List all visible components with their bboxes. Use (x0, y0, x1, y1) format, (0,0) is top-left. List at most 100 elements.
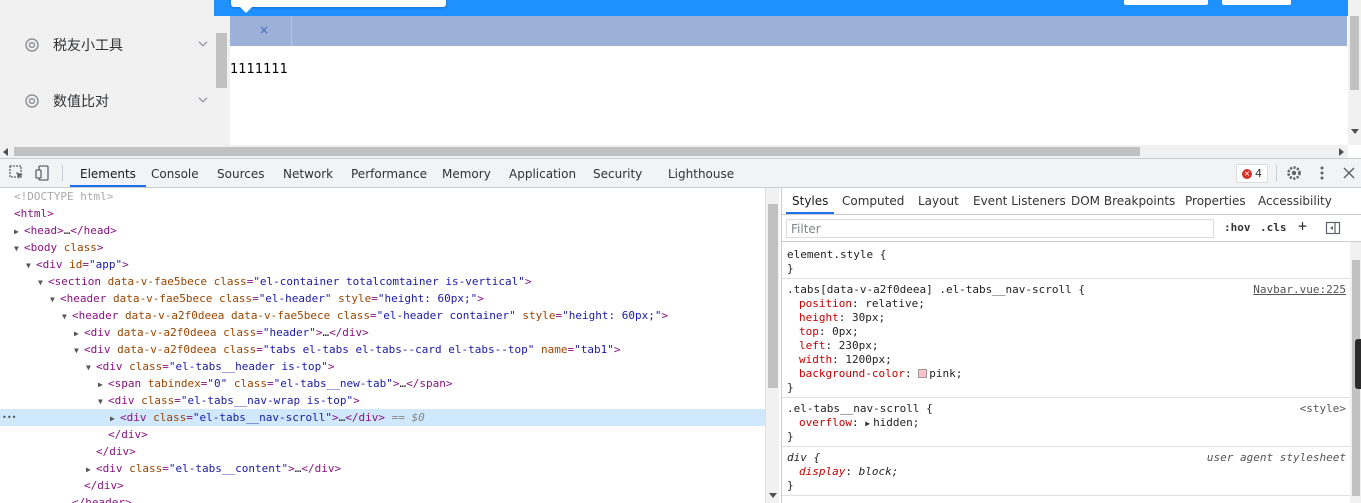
close-devtools-icon[interactable] (1340, 164, 1358, 182)
dom-node[interactable]: ▼ <section data-v-fae5bece class="el-cont… (0, 273, 765, 290)
css-value[interactable]: relative; (865, 297, 925, 310)
dom-node[interactable]: ▼ <div class="el-tabs__nav-wrap is-top"> (0, 392, 765, 409)
css-value[interactable]: 1200px; (845, 353, 891, 366)
tab-item[interactable]: × (230, 16, 292, 46)
scrollbar-thumb[interactable] (1350, 16, 1359, 90)
header-button[interactable] (1222, 0, 1291, 5)
css-property[interactable]: background-color (799, 367, 905, 380)
more-options-icon[interactable] (1313, 164, 1331, 182)
dom-node[interactable]: <!DOCTYPE html> (0, 188, 765, 205)
css-property[interactable]: display (799, 465, 845, 478)
dom-node[interactable]: </div> (0, 477, 765, 494)
dom-node[interactable]: </header> (0, 494, 765, 503)
device-toolbar-icon[interactable] (34, 164, 52, 182)
dom-node[interactable]: ▼ <header data-v-a2f0deea data-v-fae5bece… (0, 307, 765, 324)
elements-scrollbar[interactable] (765, 188, 779, 503)
header-button[interactable] (1124, 0, 1208, 5)
css-property[interactable]: width (799, 353, 832, 366)
css-property[interactable]: left (799, 339, 826, 352)
styles-tab-properties[interactable]: Properties (1185, 188, 1246, 214)
collapse-triangle-icon[interactable]: ▼ (98, 393, 108, 410)
toggle-sidebar-icon[interactable] (1325, 220, 1341, 236)
scrollbar-thumb[interactable] (216, 33, 227, 88)
sidebar-scrollbar[interactable] (214, 0, 230, 145)
tab-security[interactable]: Security (593, 159, 642, 187)
sidebar-item-tax-tools[interactable]: 税友小工具 (0, 17, 214, 73)
styles-tab-dom-breakpoints[interactable]: DOM Breakpoints (1071, 188, 1175, 214)
css-selector[interactable]: .tabs[data-v-a2f0deea] .el-tabs__nav-scr… (787, 283, 1085, 296)
inspect-element-icon[interactable] (8, 164, 26, 182)
dom-node-selected[interactable]: ▶ <div class="el-tabs__nav-scroll">…</div… (0, 409, 765, 426)
tab-elements[interactable]: Elements (70, 159, 146, 187)
dom-node[interactable]: ▶ <div data-v-a2f0deea class="header">…</… (0, 324, 765, 341)
css-declaration[interactable]: background-color: pink; (799, 367, 962, 381)
expand-triangle-icon[interactable]: ▶ (14, 223, 24, 240)
dom-node[interactable]: ▼ <div id="app"> (0, 256, 765, 273)
styles-tab-layout[interactable]: Layout (918, 188, 959, 214)
tab-lighthouse[interactable]: Lighthouse (668, 159, 734, 187)
page-vertical-scrollbar[interactable] (1348, 0, 1361, 145)
collapse-triangle-icon[interactable]: ▼ (50, 291, 60, 308)
css-property[interactable]: overflow (799, 416, 852, 429)
collapse-triangle-icon[interactable]: ▼ (14, 240, 24, 257)
css-declaration[interactable]: left: 230px; (799, 339, 879, 353)
collapse-triangle-icon[interactable]: ▼ (86, 359, 96, 376)
close-icon[interactable]: × (259, 23, 269, 37)
dom-node[interactable]: ▼ <div data-v-a2f0deea class="tabs el-tab… (0, 341, 765, 358)
scroll-right-icon[interactable] (1339, 148, 1344, 156)
css-value[interactable]: 230px; (839, 339, 879, 352)
styles-filter-input[interactable] (786, 219, 1214, 238)
expand-triangle-icon[interactable]: ▶ (74, 325, 84, 342)
css-declaration[interactable]: height: 30px; (799, 311, 885, 325)
css-declaration[interactable]: overflow: ▶ hidden; (799, 416, 919, 430)
expand-triangle-icon[interactable]: ▶ (86, 461, 96, 478)
new-style-rule-icon[interactable]: + (1298, 217, 1307, 235)
css-selector[interactable]: div { (787, 451, 820, 464)
css-value[interactable]: 30px; (852, 311, 885, 324)
tab-memory[interactable]: Memory (442, 159, 491, 187)
collapse-triangle-icon[interactable]: ▼ (62, 308, 72, 325)
dom-node[interactable]: <html> (0, 205, 765, 222)
css-selector[interactable]: element.style { (787, 248, 886, 261)
dom-node[interactable]: ▼ <header data-v-fae5bece class="el-heade… (0, 290, 765, 307)
scrollbar-thumb[interactable] (14, 147, 1140, 156)
expand-triangle-icon[interactable]: ▶ (110, 410, 120, 427)
page-horizontal-scrollbar[interactable] (0, 145, 1348, 158)
tab-performance[interactable]: Performance (351, 159, 427, 187)
collapse-triangle-icon[interactable]: ▼ (38, 274, 48, 291)
dom-node[interactable]: </div> (0, 426, 765, 443)
css-value[interactable]: hidden; (873, 416, 919, 429)
class-toggle[interactable]: .cls (1260, 221, 1287, 234)
hover-state-toggle[interactable]: :hov (1224, 221, 1251, 234)
settings-gear-icon[interactable] (1285, 164, 1303, 182)
css-value[interactable]: 0px; (832, 325, 859, 338)
sidebar-item-number-compare[interactable]: 数值比对 (0, 73, 214, 129)
css-declaration[interactable]: position: relative; (799, 297, 925, 311)
tab-console[interactable]: Console (151, 159, 199, 187)
css-declaration[interactable]: width: 1200px; (799, 353, 892, 367)
css-property[interactable]: position (799, 297, 852, 310)
tab-application[interactable]: Application (509, 159, 576, 187)
header-dropdown[interactable] (231, 0, 446, 7)
scrollbar-thumb[interactable] (768, 204, 778, 388)
styles-tab-computed[interactable]: Computed (842, 188, 904, 214)
collapse-triangle-icon[interactable]: ▼ (74, 342, 84, 359)
css-property[interactable]: top (799, 325, 819, 338)
expand-triangle-icon[interactable]: ▶ (98, 376, 108, 393)
styles-tab-styles[interactable]: Styles (786, 188, 835, 214)
tab-network[interactable]: Network (283, 159, 333, 187)
styles-tab-event-listeners[interactable]: Event Listeners (973, 188, 1066, 214)
scroll-left-icon[interactable] (3, 148, 8, 156)
node-actions-ellipsis-icon[interactable]: ••• (2, 409, 16, 426)
error-count-badge[interactable]: × 4 (1236, 164, 1268, 183)
styles-tab-accessibility[interactable]: Accessibility (1258, 188, 1332, 214)
css-declaration[interactable]: display: block; (799, 465, 898, 479)
css-value[interactable]: block; (859, 465, 899, 478)
color-swatch[interactable] (918, 369, 928, 378)
css-property[interactable]: height (799, 311, 839, 324)
collapse-triangle-icon[interactable]: ▼ (26, 257, 36, 274)
dom-node[interactable]: ▶ <div class="el-tabs__content">…</div> (0, 460, 765, 477)
dom-node[interactable]: ▶ <span tabindex="0" class="el-tabs__new-… (0, 375, 765, 392)
scroll-down-icon[interactable] (769, 493, 777, 498)
scroll-down-icon[interactable] (1351, 129, 1359, 134)
